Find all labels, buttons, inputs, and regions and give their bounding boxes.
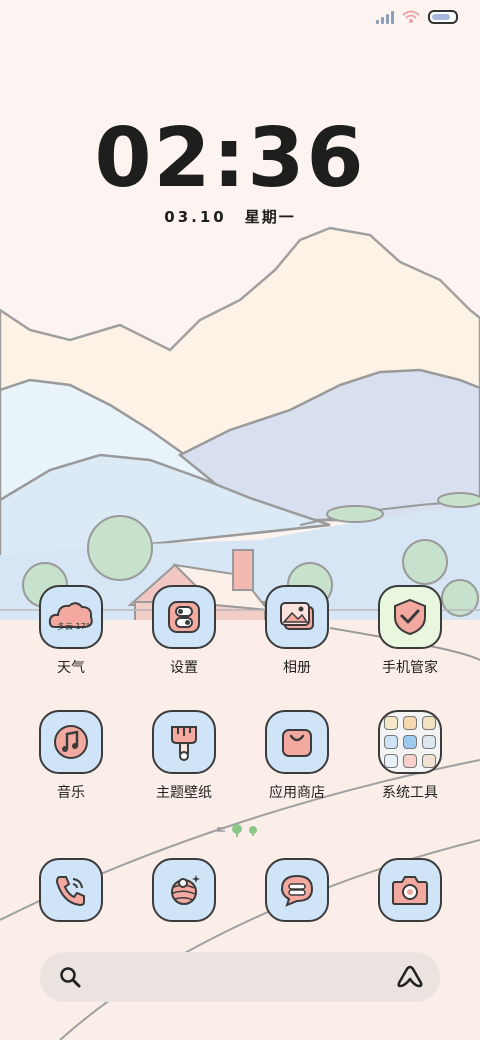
app-label: 相册 bbox=[283, 660, 311, 676]
clock-widget[interactable]: 02:36 03.10 星期一 bbox=[0, 118, 480, 227]
search-icon[interactable] bbox=[58, 965, 82, 989]
app-label: 设置 bbox=[170, 660, 198, 676]
battery-icon bbox=[428, 10, 458, 24]
app-settings[interactable]: 设置 bbox=[134, 585, 234, 677]
date-text: 03.10 bbox=[164, 208, 227, 226]
clock-date: 03.10 星期一 bbox=[0, 206, 480, 227]
signal-icon bbox=[376, 10, 394, 24]
dock-messages[interactable] bbox=[247, 858, 347, 922]
weekday-text: 星期一 bbox=[244, 208, 296, 226]
app-music[interactable]: 音乐 bbox=[21, 710, 121, 802]
page-indicator[interactable] bbox=[0, 823, 480, 840]
app-label: 系统工具 bbox=[382, 785, 438, 801]
folder-icon bbox=[378, 710, 442, 774]
app-weather[interactable]: 多云 17° 天气 bbox=[21, 585, 121, 677]
settings-icon bbox=[152, 585, 216, 649]
camera-icon bbox=[378, 858, 442, 922]
gallery-icon bbox=[265, 585, 329, 649]
app-gallery[interactable]: 相册 bbox=[247, 585, 347, 677]
status-bar bbox=[376, 10, 458, 24]
theme-brush-icon bbox=[152, 710, 216, 774]
wifi-icon bbox=[402, 10, 420, 23]
app-label: 主题壁纸 bbox=[156, 785, 212, 801]
dock-phone[interactable] bbox=[21, 858, 121, 922]
store-bag-icon bbox=[265, 710, 329, 774]
music-icon bbox=[39, 710, 103, 774]
assistant-icon[interactable] bbox=[396, 965, 424, 989]
search-bar[interactable] bbox=[40, 952, 440, 1002]
security-shield-icon bbox=[378, 585, 442, 649]
app-folder-system-tools[interactable]: 系统工具 bbox=[360, 710, 460, 802]
folder-preview bbox=[384, 716, 436, 768]
dock-browser[interactable] bbox=[134, 858, 234, 922]
app-label: 音乐 bbox=[57, 785, 85, 801]
app-label: 天气 bbox=[57, 660, 85, 676]
weather-badge: 多云 17° bbox=[57, 622, 90, 631]
page-indicator-icon bbox=[217, 824, 257, 837]
dock-camera[interactable] bbox=[360, 858, 460, 922]
weather-icon: 多云 17° bbox=[39, 585, 103, 649]
app-store[interactable]: 应用商店 bbox=[247, 710, 347, 802]
message-icon bbox=[265, 858, 329, 922]
app-label: 手机管家 bbox=[382, 660, 438, 676]
phone-icon bbox=[39, 858, 103, 922]
browser-planet-icon bbox=[152, 858, 216, 922]
app-security[interactable]: 手机管家 bbox=[360, 585, 460, 677]
clock-time: 02:36 bbox=[94, 111, 366, 206]
app-label: 应用商店 bbox=[269, 785, 325, 801]
app-theme[interactable]: 主题壁纸 bbox=[134, 710, 234, 802]
